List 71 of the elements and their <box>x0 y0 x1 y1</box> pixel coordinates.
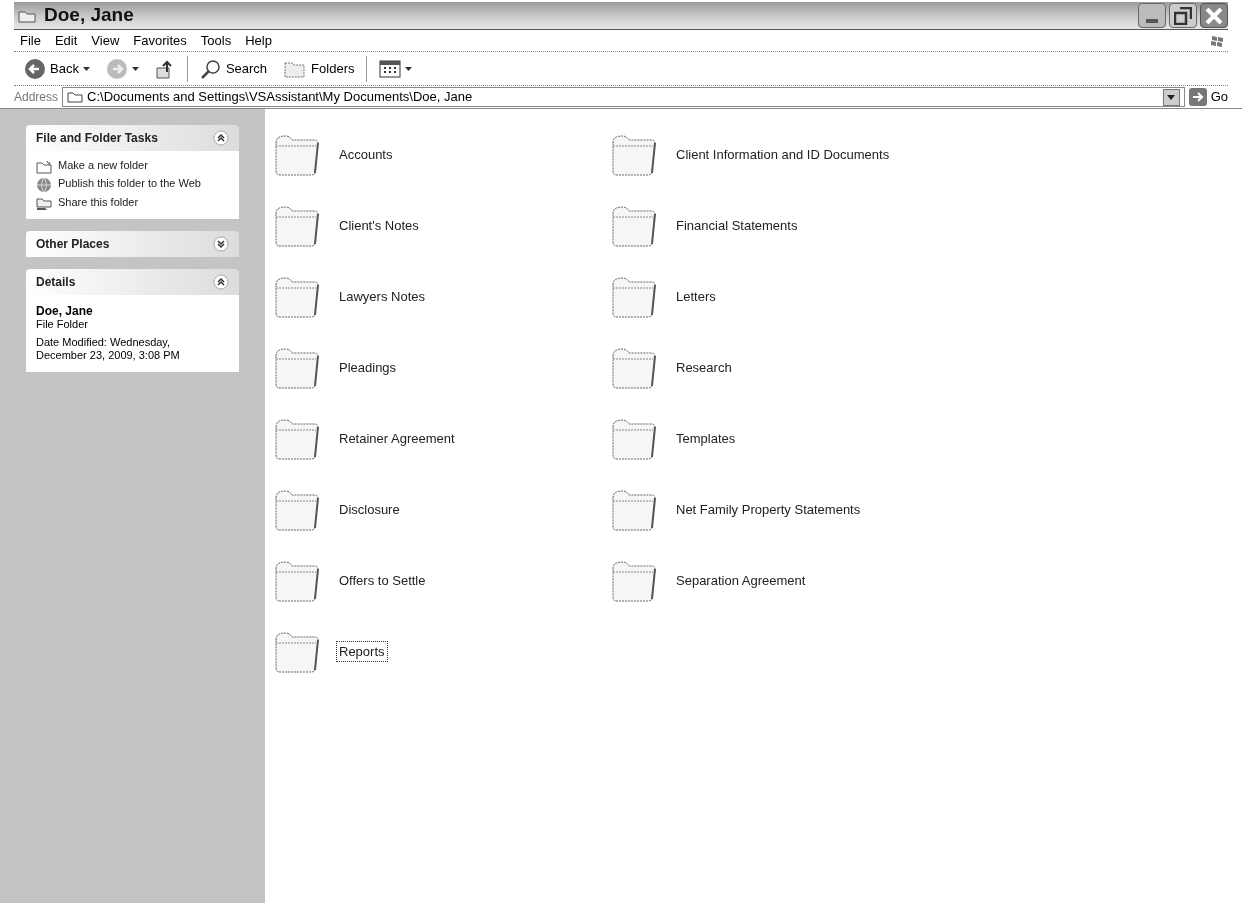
folder-icon <box>610 416 658 461</box>
folder-item[interactable]: Pleadings <box>273 332 610 403</box>
folder-icon <box>273 558 321 603</box>
minimize-button[interactable] <box>1138 3 1166 28</box>
folders-button[interactable]: Folders <box>279 54 359 83</box>
folder-item[interactable]: Client Information and ID Documents <box>610 119 1242 190</box>
folder-icon <box>273 487 321 532</box>
folder-icon <box>67 91 84 103</box>
folder-item[interactable]: Templates <box>610 403 1242 474</box>
task-link[interactable]: Publish this folder to the Web <box>36 177 229 193</box>
date-modified: Date Modified: Wednesday, December 23, 2009, 3:08 PM <box>36 336 181 362</box>
caret-icon <box>82 66 90 71</box>
folder-item[interactable]: Letters <box>610 261 1242 332</box>
window-title: Doe, Jane <box>44 3 134 28</box>
caret-icon <box>405 66 413 71</box>
folder-icon <box>610 274 658 319</box>
folder-item[interactable]: Research <box>610 332 1242 403</box>
folder-item[interactable]: Accounts <box>273 119 610 190</box>
folder-icon <box>610 345 658 390</box>
folder-icon <box>273 274 321 319</box>
folder-item[interactable]: Reports <box>273 616 610 687</box>
windows-logo-icon <box>1210 33 1224 48</box>
views-grid-icon <box>379 59 402 78</box>
close-icon <box>1205 6 1223 25</box>
folder-icon <box>273 629 321 674</box>
folder-icon <box>610 558 658 603</box>
caret-icon <box>131 66 139 71</box>
address-label: Address <box>14 89 59 106</box>
folder-icon <box>610 487 658 532</box>
shared-folder-icon <box>36 196 52 211</box>
menu-item[interactable]: Help <box>245 30 272 51</box>
globe-icon <box>36 177 52 193</box>
menu-item[interactable]: Favorites <box>133 30 187 51</box>
folder-item[interactable]: Client's Notes <box>273 190 610 261</box>
folder-icon <box>273 132 321 177</box>
folder-icon <box>18 8 36 23</box>
task-link[interactable]: Make a new folder <box>36 159 229 174</box>
folder-icon <box>273 416 321 461</box>
menu-item[interactable]: Edit <box>54 30 78 51</box>
menu-item[interactable]: Tools <box>200 30 232 51</box>
folder-item[interactable]: Separation Agreement <box>610 545 1242 616</box>
folder-icon <box>610 203 658 248</box>
address-field[interactable]: C:\Documents and Settings\VSAssistant\My Documents\Doe, Jane <box>62 87 1185 107</box>
caret-icon <box>1167 94 1176 100</box>
folder-item[interactable]: Financial Statements <box>610 190 1242 261</box>
minimize-icon <box>1146 19 1158 23</box>
folder-item[interactable]: Lawyers Notes <box>273 261 610 332</box>
restore-icon <box>1174 6 1192 25</box>
folder-icon <box>273 345 321 390</box>
item-type: File Folder <box>36 318 89 331</box>
restore-button[interactable] <box>1169 3 1197 28</box>
folder-item[interactable]: Disclosure <box>273 474 610 545</box>
menu-item[interactable]: View <box>91 30 120 51</box>
dropdown-button[interactable] <box>1162 88 1180 106</box>
task-link[interactable]: Share this folder <box>36 196 229 211</box>
panel-header[interactable]: Details <box>26 269 239 295</box>
search-button[interactable]: Search <box>195 54 272 83</box>
folder-item[interactable]: Net Family Property Statements <box>610 474 1242 545</box>
panel-header[interactable]: File and Folder Tasks <box>26 125 239 151</box>
back-button[interactable]: Back <box>20 54 94 83</box>
folder-item[interactable]: Retainer Agreement <box>273 403 610 474</box>
close-button[interactable] <box>1200 3 1228 28</box>
search-icon <box>199 57 222 80</box>
folder-icon <box>610 132 658 177</box>
go-button[interactable]: Go <box>1188 87 1228 107</box>
folder-item[interactable]: Offers to Settle <box>273 545 610 616</box>
new-folder-icon <box>36 160 52 174</box>
panel-header[interactable]: Other Places <box>26 231 239 257</box>
folder-icon <box>273 203 321 248</box>
menu-item[interactable]: File <box>20 30 41 51</box>
item-name: Doe, Jane <box>36 305 94 318</box>
